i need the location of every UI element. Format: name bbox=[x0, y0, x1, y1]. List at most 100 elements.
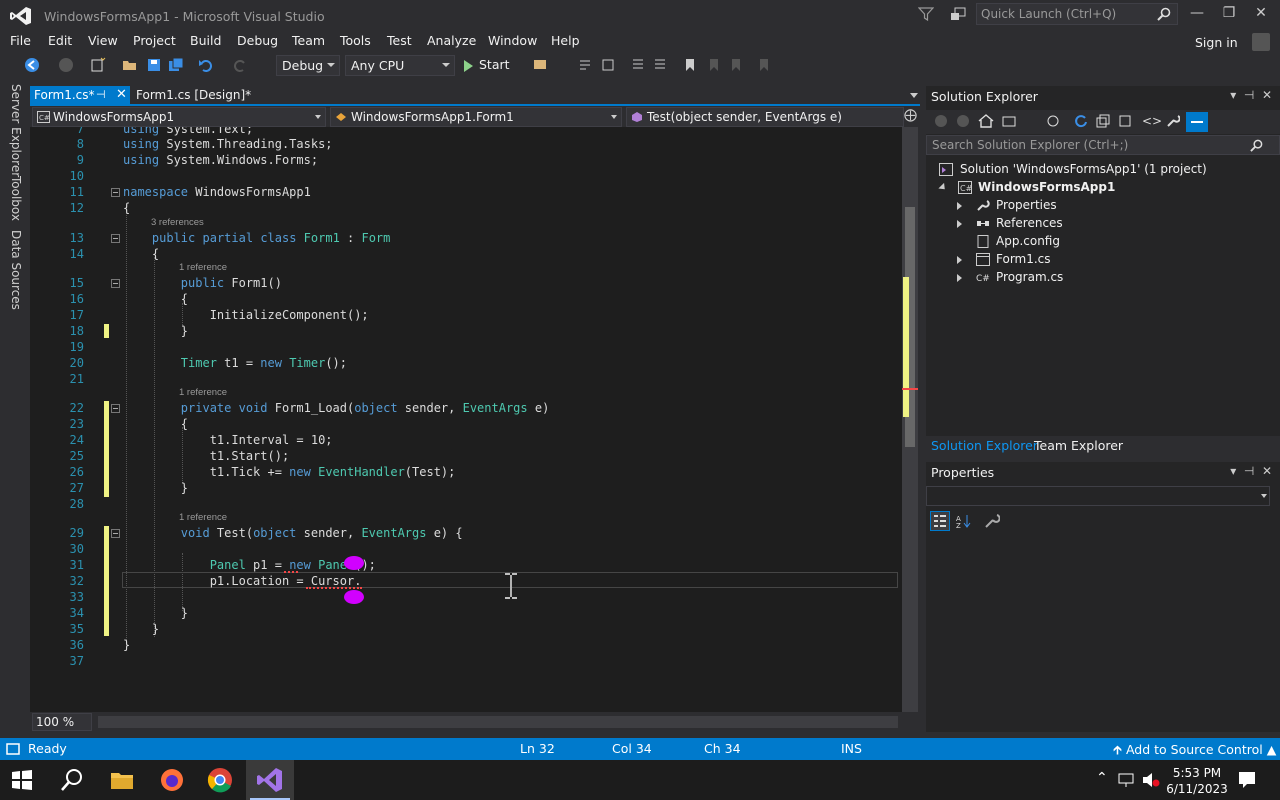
alphabetical-sort-icon[interactable]: AZ bbox=[956, 513, 972, 529]
split-window-icon[interactable]: ⨁ bbox=[904, 108, 917, 123]
clear-bookmarks-icon[interactable] bbox=[756, 57, 772, 73]
tree-form1-cs[interactable]: Form1.cs bbox=[996, 252, 1051, 266]
tree-program-cs[interactable]: Program.cs bbox=[996, 270, 1063, 284]
tree-references[interactable]: References bbox=[996, 216, 1063, 230]
editor-vertical-scrollbar[interactable] bbox=[902, 127, 918, 712]
collapse-class-icon[interactable] bbox=[111, 234, 120, 243]
comment-out-icon[interactable] bbox=[630, 57, 646, 73]
tab-overflow-icon[interactable] bbox=[910, 93, 918, 98]
search-icon[interactable] bbox=[60, 768, 84, 792]
menu-view[interactable]: View bbox=[88, 33, 118, 48]
collapse-method-icon[interactable] bbox=[111, 404, 120, 413]
open-file-icon[interactable] bbox=[122, 57, 138, 73]
new-project-icon[interactable] bbox=[90, 57, 106, 73]
navigate-forward-icon[interactable] bbox=[58, 57, 74, 73]
menu-tools[interactable]: Tools bbox=[340, 33, 371, 48]
menu-edit[interactable]: Edit bbox=[48, 33, 72, 48]
editor-horizontal-scrollbar[interactable] bbox=[98, 716, 898, 728]
account-avatar-icon[interactable] bbox=[1252, 33, 1270, 51]
firefox-icon[interactable] bbox=[158, 766, 186, 794]
minimize-icon[interactable]: — bbox=[1190, 6, 1204, 20]
view-code-icon[interactable]: <> bbox=[1142, 114, 1162, 128]
menu-help[interactable]: Help bbox=[551, 33, 580, 48]
browse-icon[interactable] bbox=[532, 57, 548, 73]
collapsed-arrow-icon[interactable] bbox=[957, 274, 962, 282]
step-into-icon[interactable] bbox=[578, 57, 594, 73]
tab-form1-design[interactable]: Form1.cs [Design]* bbox=[132, 86, 255, 106]
home-icon[interactable] bbox=[978, 114, 994, 128]
visual-studio-taskbar-button[interactable] bbox=[246, 760, 294, 800]
codelens-references[interactable]: 1 reference bbox=[179, 262, 227, 273]
tree-properties[interactable]: Properties bbox=[996, 198, 1057, 212]
menu-debug[interactable]: Debug bbox=[237, 33, 278, 48]
tab-solution-explorer[interactable]: Solution Explorer bbox=[931, 438, 1038, 453]
collapse-namespace-icon[interactable] bbox=[111, 188, 120, 197]
switch-views-icon[interactable] bbox=[1002, 114, 1016, 128]
collapsed-arrow-icon[interactable] bbox=[957, 256, 962, 264]
menu-window[interactable]: Window bbox=[488, 33, 537, 48]
save-all-icon[interactable] bbox=[168, 57, 184, 73]
collapse-method-icon[interactable] bbox=[111, 279, 120, 288]
codelens-references[interactable]: 1 reference bbox=[179, 387, 227, 398]
sign-in-link[interactable]: Sign in bbox=[1195, 35, 1238, 50]
solution-platform-dropdown[interactable]: Any CPU bbox=[345, 55, 455, 76]
notifications-filter-icon[interactable] bbox=[918, 6, 934, 22]
next-bookmark-icon[interactable] bbox=[728, 57, 744, 73]
tab-form1-cs[interactable]: Form1.cs* ⊣ ✕ bbox=[30, 86, 130, 106]
toolbox-tab[interactable]: Toolbox bbox=[9, 176, 23, 221]
output-window-icon[interactable] bbox=[6, 743, 20, 755]
close-icon[interactable]: ✕ bbox=[1254, 6, 1268, 20]
member-navigation-dropdown[interactable]: Test(object sender, EventArgs e) bbox=[626, 107, 904, 127]
undo-icon[interactable] bbox=[198, 57, 214, 73]
solution-configuration-dropdown[interactable]: Debug bbox=[276, 55, 340, 76]
code-editor[interactable]: 7 8 9 10 11 12 13 14 15 16 17 18 19 20 2… bbox=[30, 127, 902, 712]
tree-app-config[interactable]: App.config bbox=[996, 234, 1060, 248]
navigate-back-icon[interactable] bbox=[24, 57, 40, 73]
tab-team-explorer[interactable]: Team Explorer bbox=[1034, 438, 1123, 453]
pin-icon[interactable]: ⊣ bbox=[96, 88, 106, 101]
type-navigation-dropdown[interactable]: WindowsFormsApp1.Form1 bbox=[330, 107, 622, 127]
tree-solution[interactable]: Solution 'WindowsFormsApp1' (1 project) bbox=[960, 162, 1207, 176]
preview-selected-items-button[interactable] bbox=[1186, 112, 1208, 132]
tree-project[interactable]: WindowsFormsApp1 bbox=[978, 180, 1115, 194]
step-over-icon[interactable] bbox=[600, 57, 616, 73]
chrome-icon[interactable] bbox=[206, 766, 234, 794]
previous-bookmark-icon[interactable] bbox=[706, 57, 722, 73]
notifications-icon[interactable] bbox=[1238, 771, 1256, 789]
zoom-dropdown[interactable]: 100 % bbox=[32, 713, 92, 731]
codelens-references[interactable]: 1 reference bbox=[179, 512, 227, 523]
network-icon[interactable] bbox=[1118, 772, 1136, 788]
object-selector-dropdown[interactable] bbox=[926, 486, 1270, 506]
properties-wrench-icon[interactable] bbox=[1166, 114, 1180, 128]
show-hidden-icons-chevron[interactable]: ⌃ bbox=[1096, 770, 1108, 786]
pending-changes-filter-icon[interactable] bbox=[1046, 114, 1060, 128]
restore-icon[interactable]: ❐ bbox=[1222, 6, 1236, 20]
collapse-method-icon[interactable] bbox=[111, 529, 120, 538]
start-debugging-button[interactable]: Start bbox=[464, 57, 510, 72]
forward-icon[interactable] bbox=[956, 114, 970, 128]
panel-window-buttons[interactable]: ▾ ⊣ ✕ bbox=[1230, 464, 1272, 478]
file-explorer-icon[interactable] bbox=[108, 766, 136, 794]
close-tab-icon[interactable]: ✕ bbox=[116, 87, 127, 102]
menu-test[interactable]: Test bbox=[387, 33, 412, 48]
panel-window-buttons[interactable]: ▾ ⊣ ✕ bbox=[1230, 88, 1272, 102]
volume-muted-icon[interactable] bbox=[1142, 772, 1160, 788]
system-clock[interactable]: 5:53 PM 6/11/2023 bbox=[1166, 765, 1228, 797]
menu-build[interactable]: Build bbox=[190, 33, 221, 48]
windows-start-icon[interactable] bbox=[10, 768, 34, 792]
feedback-icon[interactable] bbox=[950, 6, 966, 22]
menu-analyze[interactable]: Analyze bbox=[427, 33, 476, 48]
back-icon[interactable] bbox=[934, 114, 948, 128]
project-navigation-dropdown[interactable]: C# WindowsFormsApp1 bbox=[32, 107, 326, 127]
property-pages-wrench-icon[interactable] bbox=[984, 513, 1000, 529]
menu-file[interactable]: File bbox=[10, 33, 31, 48]
redo-icon[interactable] bbox=[232, 57, 248, 73]
collapsed-arrow-icon[interactable] bbox=[957, 220, 962, 228]
expanded-arrow-icon[interactable] bbox=[938, 182, 948, 193]
data-sources-tab[interactable]: Data Sources bbox=[9, 230, 23, 310]
menu-team[interactable]: Team bbox=[292, 33, 325, 48]
codelens-references[interactable]: 3 references bbox=[151, 217, 204, 228]
menu-project[interactable]: Project bbox=[133, 33, 176, 48]
sync-icon[interactable] bbox=[1074, 114, 1088, 128]
add-to-source-control-button[interactable]: 🡱 Add to Source Control ▲ bbox=[1113, 741, 1276, 762]
